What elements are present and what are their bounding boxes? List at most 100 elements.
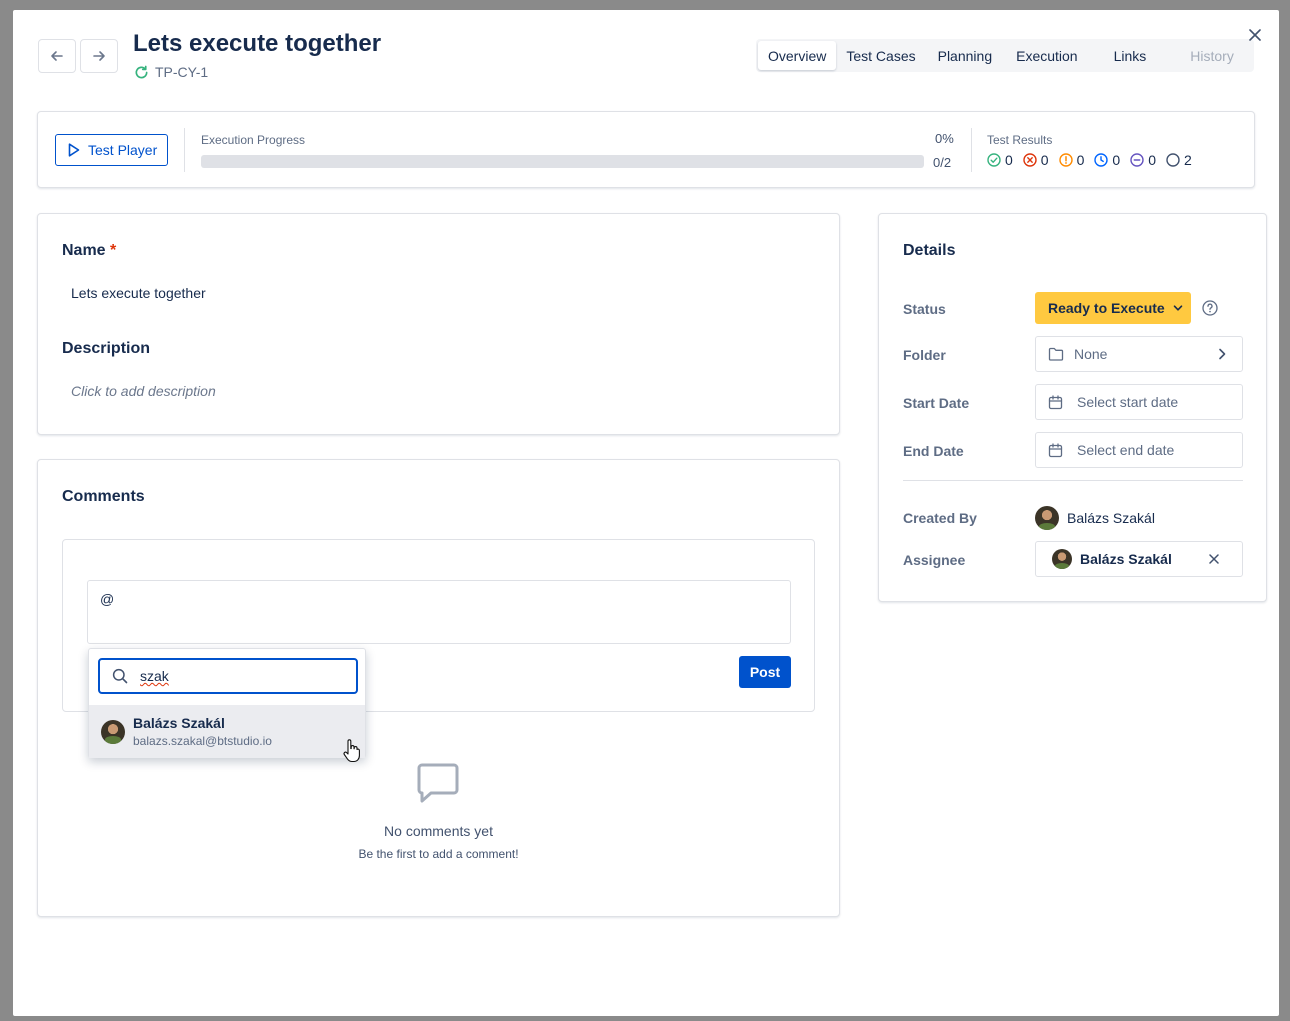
result-not-run: 2 [1166,152,1192,168]
progress-percent: 0% [935,131,954,146]
tab-overview[interactable]: Overview [758,41,837,70]
back-button[interactable] [38,39,76,73]
end-date-placeholder: Select end date [1077,442,1175,458]
tab-test-cases[interactable]: Test Cases [836,41,925,70]
mention-popup: szak Balázs Szakál balazs.szakal@btstudi… [88,648,366,758]
name-label-text: Name [62,242,106,259]
status-label: Status [903,301,946,317]
test-results: 0 0 0 0 0 2 [987,152,1192,168]
issue-key: TP-CY-1 [134,64,208,80]
sync-icon [135,65,148,78]
comments-title: Comments [62,488,145,505]
x-circle-icon [1023,153,1037,167]
start-date-placeholder: Select start date [1077,394,1179,410]
divider [971,128,972,172]
start-date-label: Start Date [903,395,970,411]
empty-comments-subtitle: Be the first to add a comment! [358,847,519,861]
folder-label: Folder [903,347,946,363]
comment-input[interactable]: @ [87,580,791,644]
test-player-button[interactable]: Test Player [55,134,168,166]
mention-user-name: Balázs Szakál [133,715,225,731]
folder-icon [1048,347,1064,361]
mention-option[interactable]: Balázs Szakál balazs.szakal@btstudio.io [89,705,365,758]
forward-button[interactable] [80,39,118,73]
result-skipped: 0 [1130,152,1156,168]
assignee-name: Balázs Szakál [1080,551,1172,567]
empty-comments-title: No comments yet [384,823,493,839]
close-button[interactable] [1246,26,1264,44]
result-count: 0 [1005,152,1013,168]
result-blocked: 0 [1058,152,1085,168]
result-count: 0 [1148,152,1156,168]
assignee-field[interactable]: Balázs Szakál [1035,541,1243,577]
name-description-card: Name * Lets execute together Description… [37,213,840,435]
play-icon [68,143,80,157]
mention-search-input[interactable]: szak [98,658,358,694]
tab-planning[interactable]: Planning [928,41,1003,70]
clock-circle-icon [1094,153,1109,167]
chevron-down-icon [1173,305,1183,311]
result-in-progress: 0 [1094,152,1120,168]
divider [184,128,185,172]
details-title: Details [903,242,956,259]
progress-count: 0/2 [933,155,952,170]
tab-links[interactable]: Links [1104,41,1157,70]
tab-history: History [1190,47,1234,64]
status-dropdown[interactable]: Ready to Execute [1035,292,1191,324]
avatar [101,719,125,744]
calendar-icon [1048,394,1063,409]
created-by-name: Balázs Szakál [1067,510,1155,526]
result-count: 0 [1040,152,1049,168]
created-by-user: Balázs Szakál [1035,506,1155,530]
test-player-label: Test Player [88,142,158,158]
chat-bubble-icon [417,763,459,803]
mention-user-email: balazs.szakal@btstudio.io [133,734,272,748]
mention-option-text: Balázs Szakál balazs.szakal@btstudio.io [133,715,272,748]
test-plan-modal: Lets execute together TP-CY-1 Overview T… [13,10,1279,1016]
calendar-icon [1048,442,1063,457]
created-by-label: Created By [903,510,977,526]
arrow-left-icon [51,51,63,61]
check-circle-icon [987,153,1001,167]
issue-key-text: TP-CY-1 [155,64,209,80]
result-passed: 0 [987,152,1013,168]
avatar [1052,549,1072,569]
description-field[interactable]: Click to add description [71,383,216,399]
tab-execution[interactable]: Execution [1006,41,1087,70]
result-failed: 0 [1023,152,1049,168]
execution-progress-label: Execution Progress [201,133,306,147]
page-title: Lets execute together [133,30,382,57]
result-count: 2 [1183,152,1192,168]
assignee-label: Assignee [903,552,966,568]
empty-circle-icon [1166,153,1180,167]
folder-value: None [1074,346,1108,362]
mention-search-value: szak [140,668,169,684]
result-count: 0 [1076,152,1085,168]
name-label: Name * [62,242,116,260]
close-icon [1249,29,1261,41]
name-value[interactable]: Lets execute together [71,285,206,301]
tab-bar: Overview Test Cases Planning Execution L… [756,39,1254,72]
description-label: Description [62,340,151,357]
start-date-field[interactable]: Select start date [1035,384,1243,420]
folder-field[interactable]: None [1035,336,1243,372]
minus-circle-icon [1130,153,1144,167]
details-card: Details Status Ready to Execute Folder N… [878,213,1267,602]
hand-cursor-icon [343,739,360,763]
status-value: Ready to Execute [1048,300,1165,316]
end-date-label: End Date [903,443,964,459]
end-date-field[interactable]: Select end date [1035,432,1243,468]
result-count: 0 [1112,152,1121,168]
test-results-label: Test Results [987,133,1053,147]
help-icon[interactable] [1202,300,1218,316]
execution-summary-card: Test Player Execution Progress 0% 0/2 Te… [37,111,1255,188]
alert-circle-icon [1058,153,1073,167]
search-icon [112,668,128,684]
post-button[interactable]: Post [739,656,791,688]
close-icon[interactable] [1209,554,1219,564]
chevron-right-icon [1219,348,1226,360]
divider [903,480,1243,481]
arrow-right-icon [93,51,105,61]
avatar [1035,506,1059,530]
execution-progress-bar [201,155,924,168]
